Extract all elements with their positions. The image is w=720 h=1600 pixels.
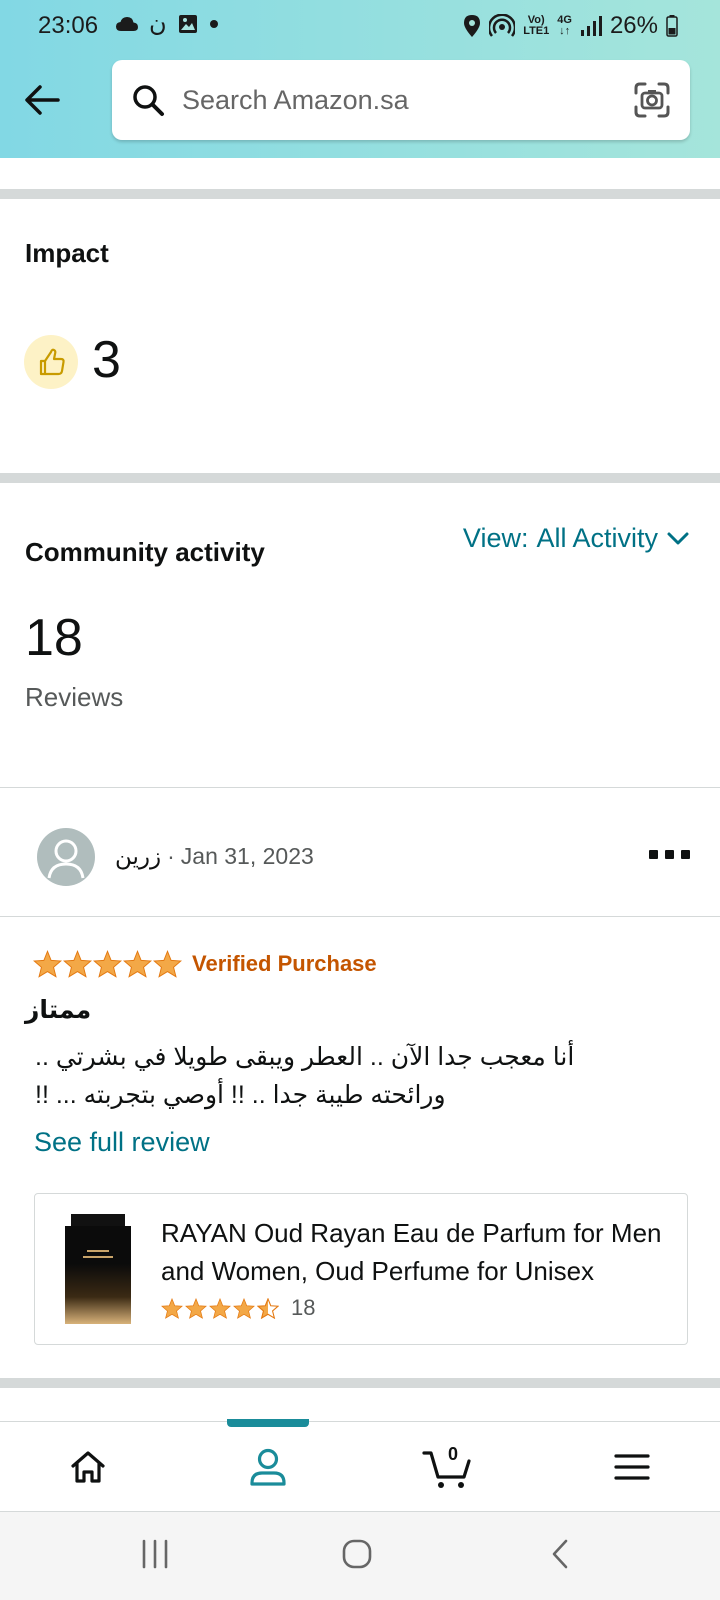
review-star-rating: [33, 950, 182, 978]
section-divider: [0, 473, 720, 483]
dot-icon: [681, 850, 690, 859]
status-bar: 23:06 ن Vo) LTE1 4G ↓↑ 26%: [0, 0, 720, 52]
star-icon: [153, 950, 182, 978]
reviews-label: Reviews: [25, 682, 124, 712]
review-meta: زرين · Jan 31, 2023: [115, 843, 314, 870]
dot-icon: [209, 19, 219, 29]
search-icon: [133, 85, 164, 116]
app-header: 23:06 ن Vo) LTE1 4G ↓↑ 26% Search Amazon…: [0, 0, 720, 158]
star-icon: [123, 950, 152, 978]
cart-count: 0: [448, 1444, 459, 1464]
nav-cart[interactable]: 0: [418, 1442, 478, 1492]
view-filter-dropdown[interactable]: View: All Activity: [463, 523, 690, 554]
hamburger-menu-icon: [614, 1454, 650, 1480]
view-filter-value: All Activity: [536, 523, 658, 553]
nav-menu[interactable]: [602, 1442, 662, 1492]
arrow-left-icon: [25, 85, 60, 115]
half-star-icon: [257, 1297, 279, 1319]
product-star-rating: 18: [161, 1295, 315, 1321]
recent-apps-button[interactable]: [138, 1537, 172, 1576]
hotspot-icon: [489, 14, 516, 38]
review-body: أنا معجب جدا الآن .. العطر ويبقى طويلا ف…: [35, 1043, 575, 1109]
battery-icon: [666, 15, 678, 37]
system-navigation-bar: [0, 1511, 720, 1600]
product-rating-count: 18: [291, 1295, 316, 1320]
battery-percent: 26%: [609, 12, 658, 39]
section-divider: [0, 1378, 720, 1388]
back-system-button[interactable]: [544, 1537, 578, 1576]
thumbs-up-icon: [39, 348, 65, 376]
avatar[interactable]: [37, 828, 95, 886]
active-tab-indicator: [227, 1419, 309, 1427]
star-icon: [185, 1297, 207, 1319]
star-icon: [209, 1297, 231, 1319]
helpful-count: 3: [92, 331, 121, 389]
person-icon: [47, 839, 85, 879]
review-author[interactable]: زرين: [115, 843, 161, 870]
home-button[interactable]: [340, 1537, 374, 1576]
person-icon: [250, 1448, 286, 1486]
nav-account[interactable]: [238, 1442, 298, 1492]
star-icon: [161, 1297, 183, 1319]
star-icon: [233, 1297, 255, 1319]
nav-home[interactable]: [58, 1442, 118, 1492]
product-image: [65, 1214, 131, 1324]
chevron-down-icon: [667, 532, 689, 544]
app-notification-icon: ن: [149, 10, 167, 37]
dot-icon: [649, 850, 658, 859]
section-divider: [0, 916, 720, 917]
review-title: ممتاز: [25, 996, 92, 1024]
search-input[interactable]: [182, 76, 602, 124]
see-full-review-link[interactable]: See full review: [34, 1127, 210, 1158]
star-icon: [33, 950, 62, 978]
meta-separator: ·: [167, 843, 175, 869]
review-date: Jan 31, 2023: [180, 843, 314, 869]
view-filter-prefix: View:: [462, 523, 529, 553]
signal-icon: [580, 15, 602, 37]
more-options-button[interactable]: [649, 850, 690, 859]
section-divider: [0, 189, 720, 199]
home-circle-icon: [342, 1539, 372, 1569]
status-time: 23:06: [38, 12, 99, 39]
location-icon: [463, 14, 481, 38]
helpful-badge: [24, 335, 78, 389]
reviews-count: 18: [25, 609, 83, 667]
bottom-navigation: 0: [0, 1419, 720, 1511]
chevron-left-icon: [552, 1539, 568, 1569]
star-icon: [93, 950, 122, 978]
search-bar[interactable]: [112, 60, 690, 140]
home-icon: [71, 1451, 105, 1483]
section-divider: [0, 787, 720, 788]
camera-search-icon[interactable]: [632, 80, 672, 120]
volte-icon: Vo) LTE1: [523, 14, 550, 37]
dot-icon: [665, 850, 674, 859]
back-button[interactable]: [20, 78, 64, 122]
network-type-icon: 4G ↓↑: [557, 14, 572, 37]
product-card[interactable]: RAYAN Oud Rayan Eau de Parfum for Men an…: [34, 1193, 688, 1345]
recent-apps-icon: [142, 1539, 168, 1569]
star-icon: [63, 950, 92, 978]
community-title: Community activity: [25, 537, 265, 567]
verified-purchase-badge: Verified Purchase: [192, 951, 377, 976]
product-title[interactable]: RAYAN Oud Rayan Eau de Parfum for Men an…: [161, 1214, 671, 1290]
gallery-icon: [177, 13, 199, 35]
impact-title: Impact: [25, 238, 109, 268]
cloud-icon: [115, 15, 139, 33]
